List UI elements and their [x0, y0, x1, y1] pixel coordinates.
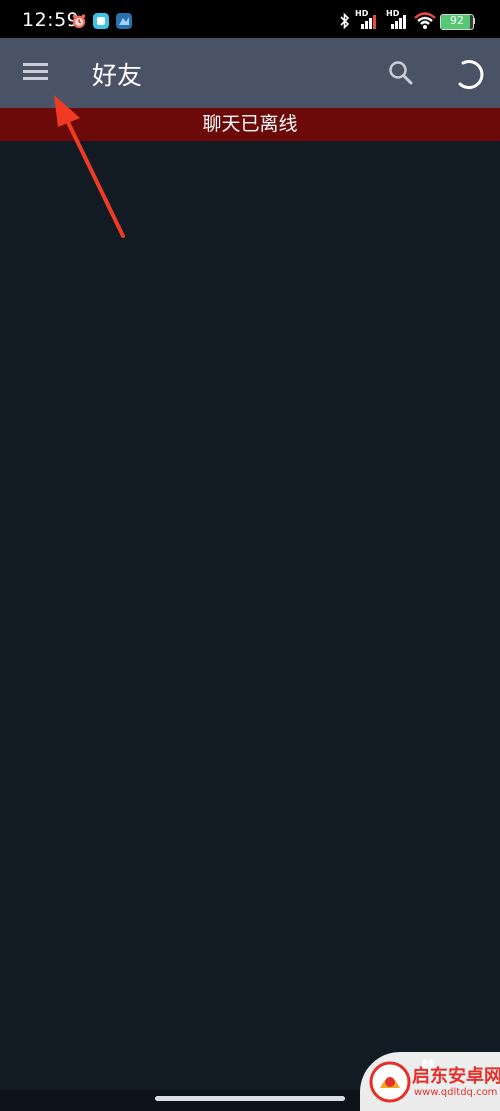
- battery-level: 92: [450, 14, 464, 27]
- watermark-name: 启东安卓网: [412, 1066, 500, 1087]
- status-bar: 12:59 HD HD 92: [0, 0, 500, 38]
- search-button[interactable]: [386, 58, 416, 88]
- signal-icon: [361, 15, 376, 29]
- screen: 12:59 HD HD 92 好友 聊天已离线 启东安卓网 www.qdltdq…: [0, 0, 500, 1111]
- offline-banner: 聊天已离线: [0, 108, 500, 141]
- gesture-bar[interactable]: [155, 1096, 345, 1101]
- bluetooth-icon: [340, 12, 350, 30]
- signal-icon-2: [391, 15, 406, 29]
- app-notification-icon: [93, 13, 109, 29]
- battery-icon: 92: [440, 14, 474, 30]
- app-notification-icon-2: [116, 13, 132, 29]
- wifi-icon: [414, 12, 436, 29]
- battery-tip: [473, 18, 475, 24]
- watermark-logo-icon: [369, 1061, 411, 1103]
- menu-icon: [23, 63, 48, 80]
- watermark: 启东安卓网 www.qdltdq.com: [360, 1052, 500, 1111]
- search-icon: [389, 61, 413, 85]
- alarm-icon: [72, 14, 86, 29]
- app-bar: 好友: [0, 38, 500, 108]
- loading-spinner-icon: [458, 60, 484, 90]
- watermark-url: www.qdltdq.com: [414, 1087, 498, 1098]
- page-title: 好友: [92, 61, 143, 90]
- menu-button[interactable]: [14, 52, 58, 92]
